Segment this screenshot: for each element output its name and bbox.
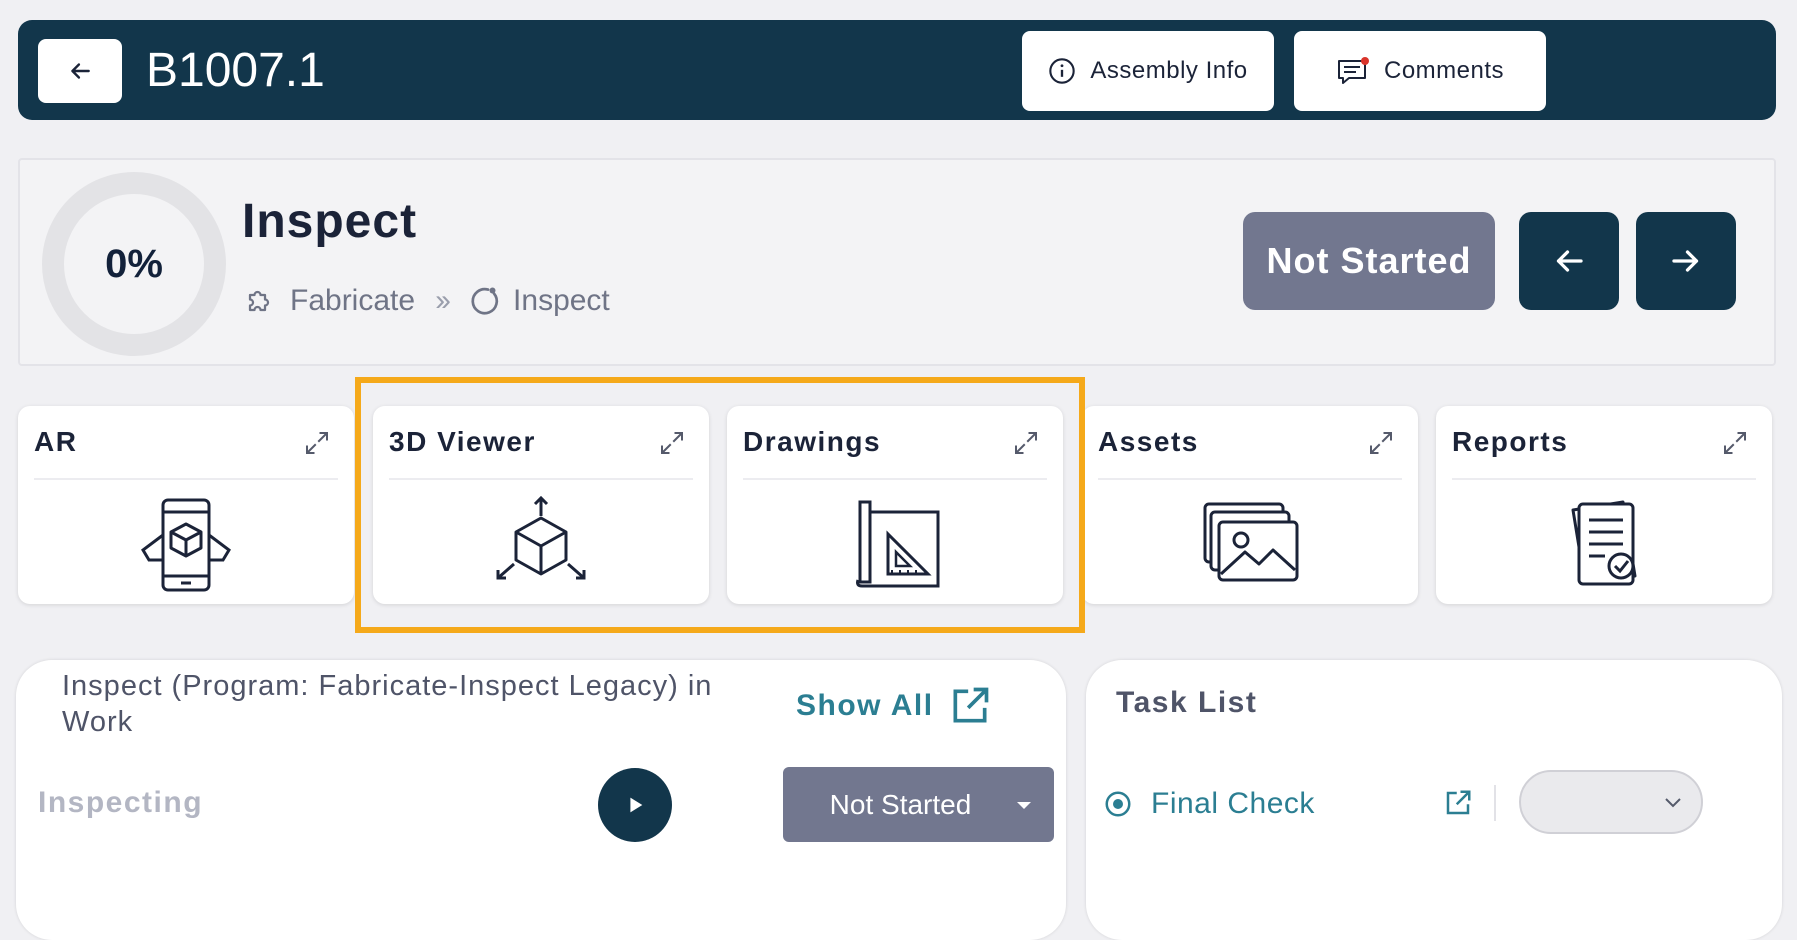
caret-down-icon [994, 799, 1054, 811]
assembly-title: B1007.1 [146, 44, 325, 97]
info-icon [1049, 58, 1076, 84]
breadcrumb: Fabricate ›› Inspect [244, 280, 610, 322]
divider [1494, 785, 1496, 821]
work-status-select[interactable]: Not Started [783, 767, 1054, 842]
arrow-right-icon [1672, 250, 1699, 272]
breadcrumb-item-fabricate[interactable]: Fabricate [290, 284, 415, 318]
highlight-box [355, 377, 1085, 633]
expand-icon[interactable] [1720, 428, 1750, 458]
work-panel-title: Inspect (Program: Fabricate-Inspect Lega… [62, 670, 713, 738]
comments-icon [1337, 57, 1369, 84]
chevron-down-icon [1665, 798, 1681, 808]
tool-card-ar[interactable]: AR [18, 406, 354, 604]
ar-phone-cube-icon [141, 498, 231, 592]
tool-card-assets[interactable]: Assets [1082, 406, 1418, 604]
stage-panel [18, 158, 1776, 366]
divider [34, 478, 338, 480]
comments-label: Comments [1383, 57, 1505, 84]
assembly-info-label: Assembly Info [1090, 57, 1248, 84]
task-item-label: Final Check [1151, 787, 1315, 820]
tool-card-label: Assets [1098, 426, 1199, 457]
stage-title: Inspect [242, 195, 418, 248]
back-button[interactable] [38, 39, 122, 103]
chevron-double-right-icon: ›› [435, 284, 451, 317]
next-stage-button[interactable] [1636, 212, 1736, 310]
arrow-left-icon [71, 63, 90, 79]
refresh-icon [471, 287, 499, 315]
assembly-info-button[interactable]: Assembly Info [1022, 31, 1274, 111]
progress-percent: 0% [105, 241, 163, 286]
play-button[interactable] [598, 768, 672, 842]
external-link-icon [953, 687, 988, 723]
show-all-label: Show All [796, 689, 934, 722]
task-item-final-check[interactable]: Final Check [1103, 782, 1315, 826]
task-list-title: Task List [1116, 686, 1258, 719]
tool-card-label: Reports [1452, 426, 1569, 457]
play-icon [630, 797, 643, 813]
comments-button[interactable]: Comments [1294, 31, 1546, 111]
external-link-icon[interactable] [1443, 788, 1473, 818]
image-stack-icon [1203, 502, 1299, 582]
work-status-value: Not Started [829, 788, 972, 820]
activity-label: Inspecting [38, 786, 204, 819]
arrow-left-icon [1556, 250, 1583, 272]
puzzle-icon [248, 290, 270, 312]
radio-selected-icon[interactable] [1103, 789, 1133, 819]
task-status-select[interactable] [1519, 770, 1703, 834]
breadcrumb-item-inspect: Inspect [513, 284, 610, 317]
divider [1452, 478, 1756, 480]
divider [1098, 478, 1402, 480]
tool-card-label: AR [34, 426, 78, 457]
report-check-icon [1571, 500, 1637, 586]
show-all-link[interactable]: Show All [796, 684, 992, 728]
previous-stage-button[interactable] [1519, 212, 1619, 310]
expand-icon[interactable] [1366, 428, 1396, 458]
tool-card-reports[interactable]: Reports [1436, 406, 1772, 604]
stage-status-button[interactable]: Not Started [1243, 212, 1495, 310]
expand-icon[interactable] [302, 428, 332, 458]
